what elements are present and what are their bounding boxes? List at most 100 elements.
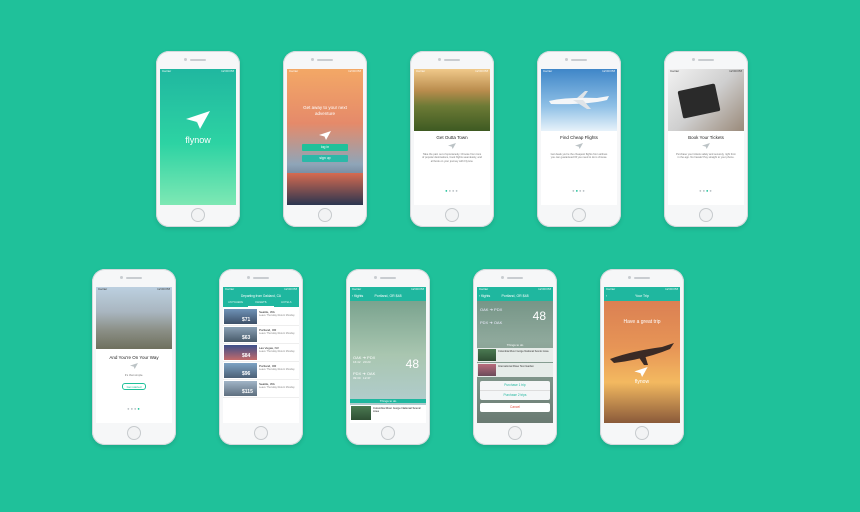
- onboarding-body: It's that simple.: [124, 373, 144, 377]
- result-row[interactable]: $84 Las Vegas, NV Leave Thursday Return …: [223, 344, 299, 362]
- detail-title: Portland, OR $48: [374, 294, 402, 298]
- front-camera: [374, 276, 377, 279]
- clock-label: 12:00 PM: [157, 287, 170, 291]
- purchase-1-trip-button[interactable]: Purchase 1 trip: [480, 381, 550, 391]
- city-photo: [96, 287, 172, 349]
- return-flight: PDX ➔ OAK 09:30 12:37: [353, 371, 376, 380]
- home-button[interactable]: [191, 208, 205, 222]
- purchase-2-trips-button[interactable]: Purchase 2 trips: [480, 391, 550, 400]
- outbound-departure: 16:42: [353, 360, 361, 364]
- trip-price: 48: [405, 357, 419, 371]
- home-button[interactable]: [572, 208, 586, 222]
- result-row[interactable]: $63 Portland, OR Leave Thursday Return M…: [223, 326, 299, 344]
- flight-panel: OAK ➔ PDX 16:42 20:23 PDX ➔ OAK 09:30 12…: [353, 355, 423, 391]
- get-started-button[interactable]: Get started: [122, 383, 146, 390]
- carrier-label: Carrier: [98, 287, 108, 291]
- phone-your-trip: Carrier 12:00 PM ‹ Your Trip Have a grea…: [600, 269, 684, 445]
- status-bar: Carrier 12:00 PM: [287, 69, 363, 74]
- home-button[interactable]: [699, 208, 713, 222]
- clock-label: 12:00 PM: [729, 69, 742, 73]
- outbound-flight: OAK ➔ PDX 16:42 20:23: [353, 355, 376, 364]
- screen-results: Carrier 12:00 PM Departing from Oakland,…: [223, 287, 299, 423]
- home-button[interactable]: [445, 208, 459, 222]
- home-button[interactable]: [381, 426, 395, 440]
- clock-label: 12:00 PM: [475, 69, 488, 73]
- home-button[interactable]: [254, 426, 268, 440]
- speaker: [698, 59, 714, 61]
- place-item[interactable]: International Rose Test Garden: [477, 363, 553, 377]
- screen-onboarding-3: Carrier 12:00 PM Book Your Tickets Purch…: [668, 69, 744, 205]
- airliner-silhouette-icon: [610, 343, 674, 365]
- place-name: Columbia River Gorge National Scenic Are…: [498, 350, 549, 353]
- return-arrival: 12:37: [363, 376, 371, 380]
- status-bar: Carrier 12:00 PM: [96, 287, 172, 292]
- tab-flights[interactable]: FLIGHTS: [248, 301, 274, 307]
- place-name: Columbia River Gorge National Scenic Are…: [373, 406, 421, 414]
- screen-purchase: Carrier 12:00 PM ‹ flights Portland, OR …: [477, 287, 553, 423]
- home-button[interactable]: [318, 208, 332, 222]
- row-price: $96: [242, 371, 251, 377]
- row-meta: Leave Thursday Return Monday: [259, 350, 295, 353]
- screen-onboarding-1: Carrier 12:00 PM Get Outta Town Take the…: [414, 69, 490, 205]
- front-camera: [184, 58, 187, 61]
- return-departure: 09:30: [353, 376, 361, 380]
- row-price: $71: [242, 317, 251, 323]
- trip-message: Have a great trip: [623, 319, 661, 325]
- place-name: International Rose Test Garden: [498, 365, 534, 368]
- trip-price: 48: [532, 309, 546, 323]
- carrier-label: Carrier: [543, 69, 553, 73]
- paper-plane-icon: [130, 363, 138, 369]
- signup-button[interactable]: sign up: [302, 155, 348, 162]
- speaker: [253, 277, 269, 279]
- carrier-label: Carrier: [289, 69, 299, 73]
- carrier-label: Carrier: [225, 287, 235, 291]
- tab-hotels[interactable]: HOTELS: [274, 301, 299, 307]
- airplane-photo: [541, 69, 617, 131]
- clock-label: 12:00 PM: [602, 69, 615, 73]
- tablet-device: [677, 83, 721, 119]
- brand-logo: flynow: [185, 135, 211, 145]
- screen-your-trip: Carrier 12:00 PM ‹ Your Trip Have a grea…: [604, 287, 680, 423]
- things-header: Things to do: [350, 399, 426, 403]
- trip-title: Your Trip: [635, 294, 649, 298]
- back-button[interactable]: ‹: [606, 292, 607, 301]
- onboarding-body: Get deals you're the cheapest flights fr…: [550, 153, 608, 160]
- trip-navbar: ‹ Your Trip: [604, 292, 680, 301]
- phone-splash: Carrier 12:00 PM flynow: [156, 51, 240, 227]
- phone-detail: Carrier 12:00 PM ‹ flights Portland, OR …: [346, 269, 430, 445]
- place-item[interactable]: Columbia River Gorge National Scenic Are…: [477, 348, 553, 362]
- speaker: [190, 59, 206, 61]
- back-button[interactable]: ‹ flights: [352, 292, 363, 301]
- paper-plane-icon: [702, 143, 710, 149]
- tab-anywhere[interactable]: ANYWHERE: [223, 301, 248, 307]
- paper-plane-icon: [448, 143, 456, 149]
- page-indicator: ●●●●: [127, 406, 141, 411]
- page-indicator: ●●●●: [699, 188, 713, 193]
- home-button[interactable]: [508, 426, 522, 440]
- result-row[interactable]: $71 Seattle, WA Leave Thursday Return Mo…: [223, 308, 299, 326]
- results-header: Carrier 12:00 PM Departing from Oakland,…: [223, 287, 299, 307]
- result-row[interactable]: $115 Seattle, WA Leave Thursday Return M…: [223, 380, 299, 398]
- login-button[interactable]: log in: [302, 144, 348, 151]
- screen-splash: Carrier 12:00 PM flynow: [160, 69, 236, 205]
- carrier-label: Carrier: [416, 69, 426, 73]
- result-row[interactable]: $96 Portland, OR Leave Thursday Return M…: [223, 362, 299, 380]
- front-camera: [311, 58, 314, 61]
- place-item[interactable]: Columbia River Gorge National Scenic Are…: [350, 405, 426, 423]
- row-meta: Leave Thursday Return Monday: [259, 332, 295, 335]
- speaker: [507, 277, 523, 279]
- phone-login: Carrier 12:00 PM Get away to your next a…: [283, 51, 367, 227]
- airliner-icon: [549, 91, 609, 109]
- screen-onboarding-2: Carrier 12:00 PM Find Cheap Flights Get …: [541, 69, 617, 205]
- destination-photo: [224, 345, 257, 360]
- vineyard-photo: [414, 69, 490, 131]
- page-indicator: ●●●●: [572, 188, 586, 193]
- clock-label: 12:00 PM: [348, 69, 361, 73]
- home-button[interactable]: [127, 426, 141, 440]
- brand-logo: flynow: [634, 379, 650, 385]
- home-button[interactable]: [635, 426, 649, 440]
- back-button[interactable]: ‹ flights: [479, 292, 490, 301]
- cancel-button[interactable]: Cancel: [480, 403, 550, 412]
- destination-photo: [224, 309, 257, 324]
- status-bar: Carrier 12:00 PM: [668, 69, 744, 74]
